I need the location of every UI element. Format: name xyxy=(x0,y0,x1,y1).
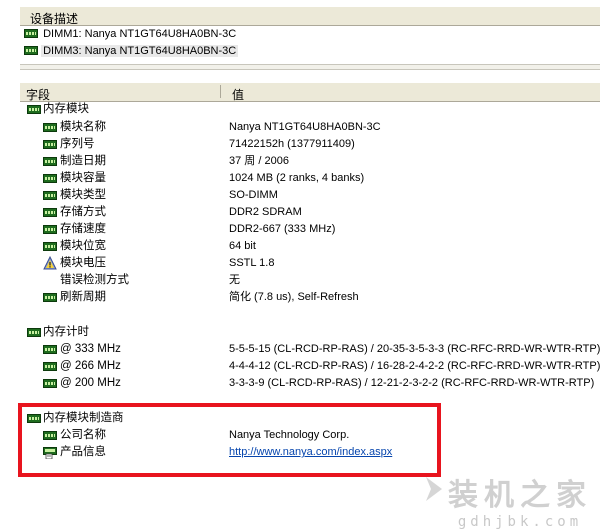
ram-module-icon xyxy=(27,105,41,114)
highlight-box xyxy=(18,403,441,477)
field-value: 无 xyxy=(229,274,240,286)
field-value: DDR2-667 (333 MHz) xyxy=(229,223,336,235)
field-value: 37 周 / 2006 xyxy=(229,155,289,167)
table-row[interactable]: 模块位宽 64 bit xyxy=(0,238,600,255)
ram-module-icon xyxy=(43,140,57,149)
field-value: Nanya NT1GT64U8HA0BN-3C xyxy=(229,121,381,133)
field-name: 错误检测方式 xyxy=(60,274,129,286)
ram-module-icon xyxy=(43,157,57,166)
field-value: 5-5-5-15 (CL-RCD-RP-RAS) / 20-35-3-5-3-3… xyxy=(229,343,600,355)
field-value: 3-3-3-9 (CL-RCD-RP-RAS) / 12-21-2-3-2-2 … xyxy=(229,377,595,389)
ram-module-icon xyxy=(27,328,41,337)
field-name: 模块名称 xyxy=(60,121,106,133)
ram-module-icon xyxy=(43,191,57,200)
ram-module-icon xyxy=(43,362,57,371)
table-row[interactable]: @ 266 MHz 4-4-4-12 (CL-RCD-RP-RAS) / 16-… xyxy=(0,358,600,375)
ram-module-icon xyxy=(43,242,57,251)
field-value: SSTL 1.8 xyxy=(229,257,275,269)
watermark-main-text: 装机之家 xyxy=(448,478,592,513)
table-row[interactable]: 错误检测方式 无 xyxy=(0,272,600,289)
ram-module-icon xyxy=(43,174,57,183)
table-row[interactable]: 模块名称 Nanya NT1GT64U8HA0BN-3C xyxy=(0,119,600,136)
panel-splitter[interactable] xyxy=(20,64,600,70)
ram-module-icon xyxy=(24,46,38,55)
table-row[interactable]: 模块电压 SSTL 1.8 xyxy=(0,255,600,272)
ram-module-icon xyxy=(43,345,57,354)
field-name: 序列号 xyxy=(60,138,95,150)
table-row[interactable]: @ 200 MHz 3-3-3-9 (CL-RCD-RP-RAS) / 12-2… xyxy=(0,375,600,392)
device-list-item-label: DIMM3: Nanya NT1GT64U8HA0BN-3C xyxy=(41,45,239,57)
ram-module-icon xyxy=(43,225,57,234)
group-memory-module[interactable]: 内存模块 xyxy=(0,101,600,118)
field-name: @ 266 MHz xyxy=(60,360,121,372)
device-description-header[interactable]: 设备描述 xyxy=(20,6,600,26)
ram-module-icon xyxy=(24,29,38,38)
device-description-header-label: 设备描述 xyxy=(30,12,79,26)
field-name: 存储速度 xyxy=(60,223,106,235)
field-value: DDR2 SDRAM xyxy=(229,206,302,218)
table-row[interactable]: @ 333 MHz 5-5-5-15 (CL-RCD-RP-RAS) / 20-… xyxy=(0,341,600,358)
ram-module-icon xyxy=(43,208,57,217)
field-name: 模块位宽 xyxy=(60,240,106,252)
group-title: 内存计时 xyxy=(43,326,89,338)
site-watermark: 装机之家 gdhjbk.com xyxy=(426,470,592,530)
table-row[interactable]: 存储速度 DDR2-667 (333 MHz) xyxy=(0,221,600,238)
field-name: @ 200 MHz xyxy=(60,377,121,389)
watermark-logo-icon xyxy=(426,477,442,501)
field-value: 1024 MB (2 ranks, 4 banks) xyxy=(229,172,365,184)
ram-module-icon xyxy=(43,123,57,132)
column-header: 字段 值 xyxy=(20,82,600,102)
table-row[interactable]: 模块容量 1024 MB (2 ranks, 4 banks) xyxy=(0,170,600,187)
table-row[interactable]: 模块类型 SO-DIMM xyxy=(0,187,600,204)
field-name: 模块容量 xyxy=(60,172,106,184)
column-resize-handle[interactable] xyxy=(220,85,221,98)
field-name: 刷新周期 xyxy=(60,291,106,303)
ram-module-icon xyxy=(43,379,57,388)
field-value: 简化 (7.8 us), Self-Refresh xyxy=(229,291,359,303)
ram-module-icon xyxy=(43,293,57,302)
table-row[interactable]: 制造日期 37 周 / 2006 xyxy=(0,153,600,170)
field-value: SO-DIMM xyxy=(229,189,278,201)
group-title: 内存模块 xyxy=(43,103,89,115)
device-list-item-dimm1[interactable]: DIMM1: Nanya NT1GT64U8HA0BN-3C xyxy=(24,27,238,42)
device-list-item-label: DIMM1: Nanya NT1GT64U8HA0BN-3C xyxy=(43,28,237,40)
field-value: 64 bit xyxy=(229,240,256,252)
field-name: 制造日期 xyxy=(60,155,106,167)
voltage-warning-icon xyxy=(43,256,57,270)
field-name: @ 333 MHz xyxy=(60,343,121,355)
field-name: 模块电压 xyxy=(60,257,106,269)
watermark-sub-text: gdhjbk.com xyxy=(457,514,583,530)
device-list-item-dimm3[interactable]: DIMM3: Nanya NT1GT64U8HA0BN-3C xyxy=(24,44,239,59)
field-name: 模块类型 xyxy=(60,189,106,201)
table-row[interactable]: 刷新周期 简化 (7.8 us), Self-Refresh xyxy=(0,289,600,306)
table-row[interactable]: 存储方式 DDR2 SDRAM xyxy=(0,204,600,221)
table-row[interactable]: 序列号 71422152h (1377911409) xyxy=(0,136,600,153)
field-value: 71422152h (1377911409) xyxy=(229,138,355,150)
field-value: 4-4-4-12 (CL-RCD-RP-RAS) / 16-28-2-4-2-2… xyxy=(229,360,600,372)
group-memory-timing[interactable]: 内存计时 xyxy=(0,324,600,341)
field-name: 存储方式 xyxy=(60,206,106,218)
